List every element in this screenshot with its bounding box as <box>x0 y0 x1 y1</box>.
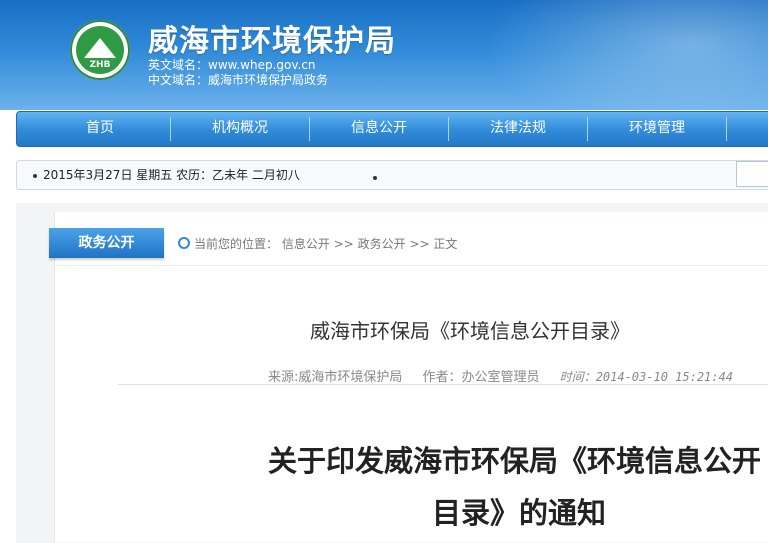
nav-item-home[interactable]: 首页 <box>31 112 169 146</box>
nav-item-env-management[interactable]: 环境管理 <box>588 112 726 146</box>
site-title: 威海市环境保护局 <box>148 24 396 59</box>
current-date: 2015年3月27日 星期五 农历：乙未年 二月初八 <box>43 168 300 182</box>
tab-government-affairs[interactable]: 政务公开 <box>49 228 164 258</box>
location-icon <box>178 237 190 249</box>
article-time: 时间：2014-03-10 15:21:44 <box>559 370 733 384</box>
nav-item-info-disclosure[interactable]: 信息公开 <box>310 112 448 146</box>
breadcrumb-item-government-affairs[interactable]: 政务公开 <box>358 237 406 251</box>
document-headline-line2: 目录》的通知 <box>432 496 607 530</box>
article-author: 作者：办公室管理员 <box>422 370 540 385</box>
nav-divider <box>726 117 727 141</box>
breadcrumb-separator: >> <box>333 237 354 251</box>
article-title: 威海市环保局《环境信息公开目录》 <box>310 319 630 343</box>
breadcrumb-prefix: 当前您的位置： <box>194 237 279 251</box>
document-headline-line1: 关于印发威海市环保局《环境信息公开 <box>268 444 762 478</box>
meta-divider <box>118 384 768 385</box>
zhb-logo[interactable]: ZHB <box>70 20 130 80</box>
header-glow <box>480 0 768 110</box>
bullet-icon <box>33 174 37 178</box>
breadcrumb: 当前您的位置： 信息公开 >> 政务公开 >> 正文 <box>178 235 457 252</box>
date-bar: 2015年3月27日 星期五 农历：乙未年 二月初八 <box>16 160 768 190</box>
nav-item-laws[interactable]: 法律法规 <box>449 112 587 146</box>
breadcrumb-item-text: 正文 <box>433 237 458 251</box>
chinese-domain: 中文域名：威海市环境保护局政务 <box>148 73 329 87</box>
logo-text: ZHB <box>89 60 111 70</box>
article-meta: 来源:威海市环境保护局 作者：办公室管理员 时间：2014-03-10 15:2… <box>268 366 749 385</box>
article-source: 来源:威海市环境保护局 <box>268 370 403 385</box>
breadcrumb-item-info-disclosure[interactable]: 信息公开 <box>282 237 330 251</box>
site-header: ZHB 威海市环境保护局 英文域名：www.whep.gov.cn 中文域名：威… <box>0 0 768 110</box>
search-input[interactable] <box>736 161 768 187</box>
breadcrumb-separator: >> <box>409 237 430 251</box>
breadcrumb-divider <box>54 265 768 266</box>
main-nav: 首页 机构概况 信息公开 法律法规 环境管理 <box>16 111 768 147</box>
mountain-icon <box>84 38 116 58</box>
logo-emblem: ZHB <box>76 26 124 74</box>
nav-item-organization[interactable]: 机构概况 <box>171 112 309 146</box>
bullet-icon <box>373 176 377 180</box>
